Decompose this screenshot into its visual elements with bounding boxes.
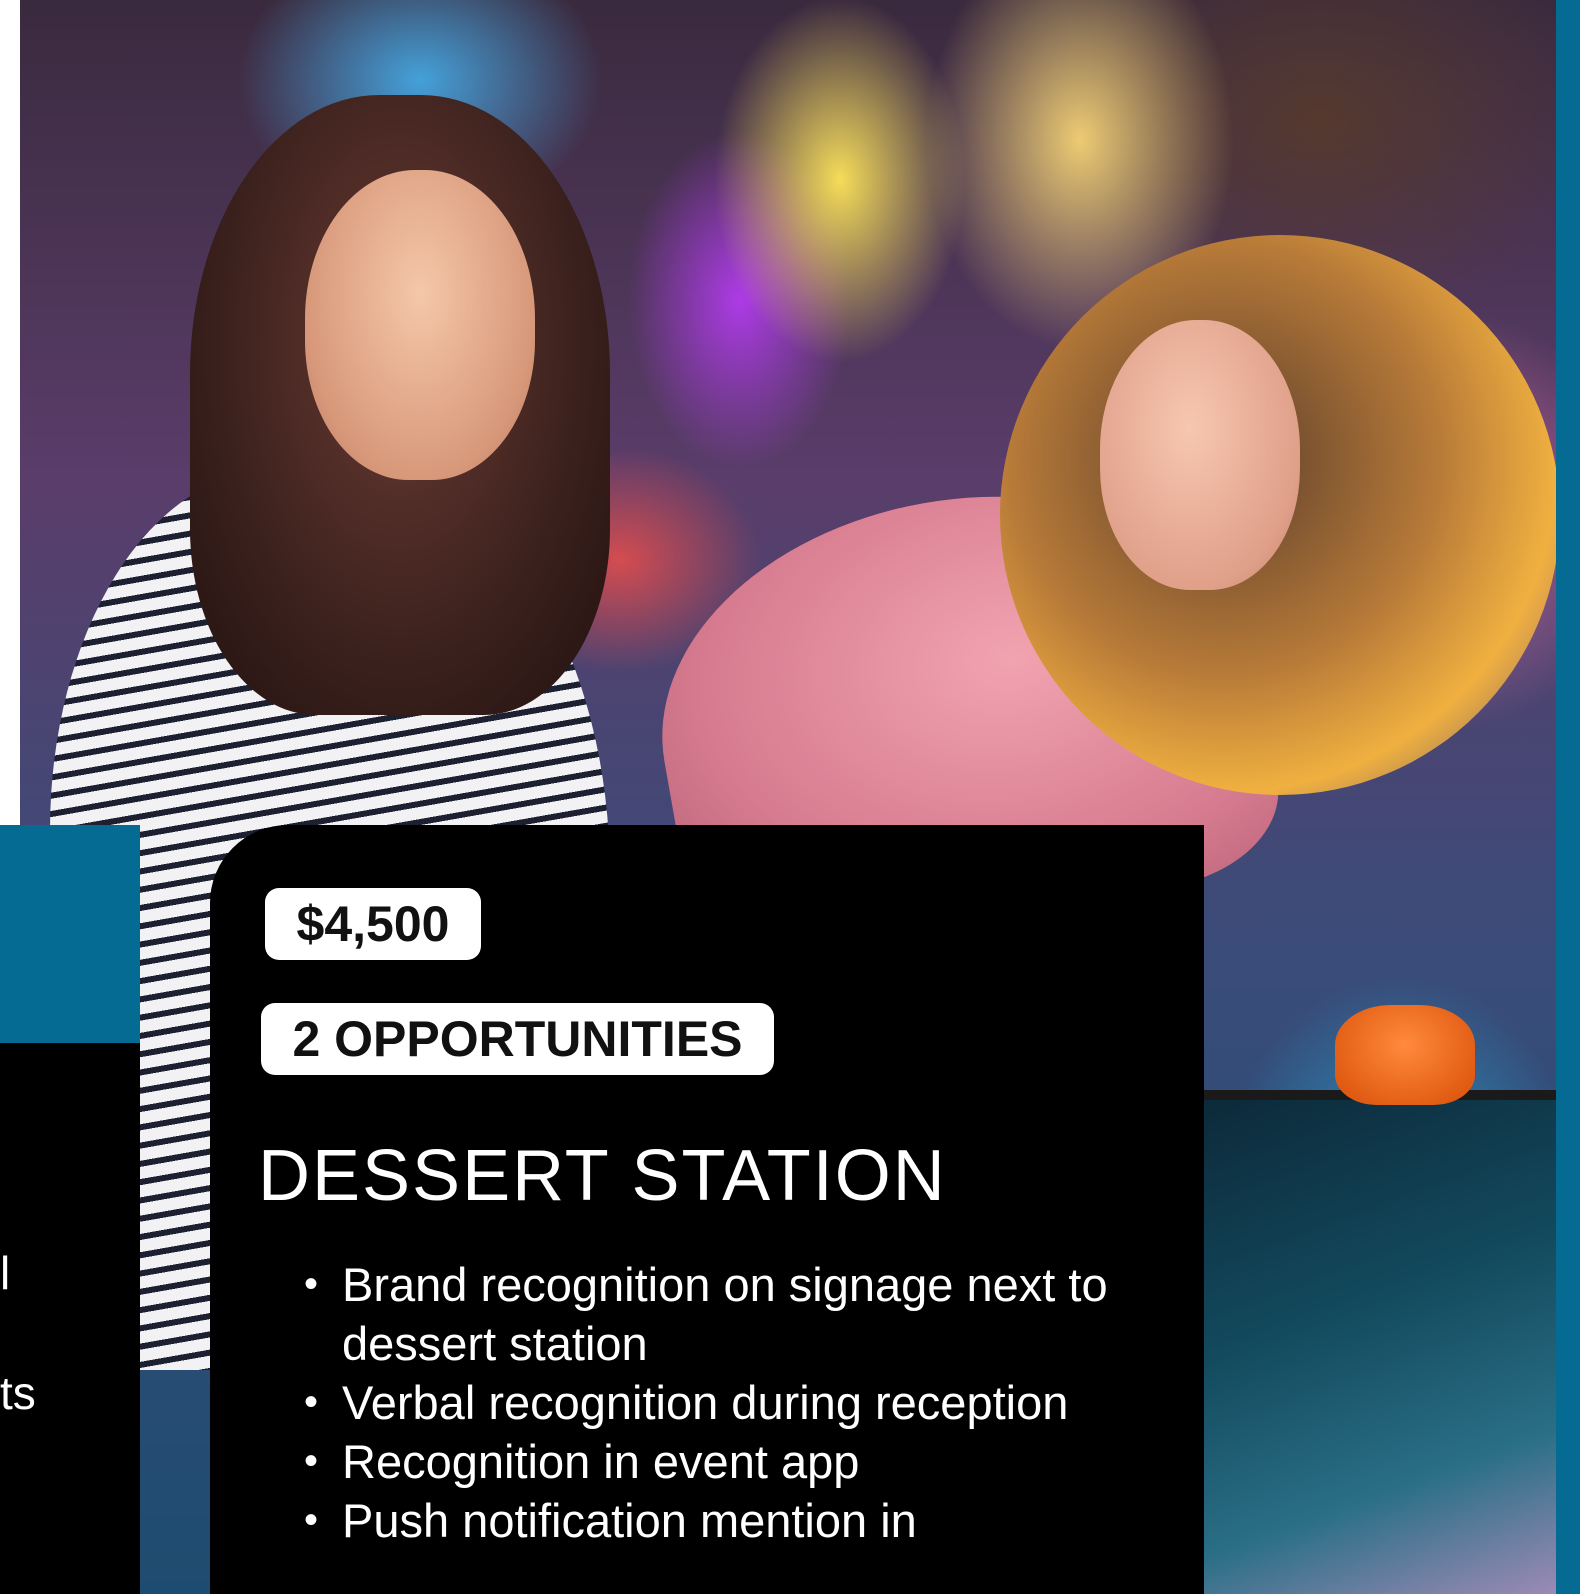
air-hockey-table <box>1200 1090 1556 1594</box>
benefit-item: Verbal recognition during reception <box>304 1373 1202 1432</box>
benefit-item: Push notification mention in <box>304 1491 1202 1550</box>
price-badge: $4,500 <box>265 888 481 960</box>
benefit-item: Brand recognition on signage next to des… <box>304 1255 1202 1373</box>
benefit-item: Recognition in event app <box>304 1432 1202 1491</box>
left-card <box>0 1043 140 1594</box>
woman-left-face <box>305 170 535 480</box>
right-edge-accent <box>1556 0 1580 1594</box>
benefits-list: Brand recognition on signage next to des… <box>300 1255 1202 1550</box>
opportunities-badge: 2 OPPORTUNITIES <box>261 1003 774 1075</box>
woman-right-face <box>1100 320 1300 590</box>
left-card-text-fragment: ts <box>0 1367 36 1419</box>
puck-holder <box>1335 1005 1475 1105</box>
left-card-accent <box>0 825 140 1043</box>
left-card-text-fragment: l <box>0 1247 11 1299</box>
card-title: DESSERT STATION <box>258 1136 947 1216</box>
